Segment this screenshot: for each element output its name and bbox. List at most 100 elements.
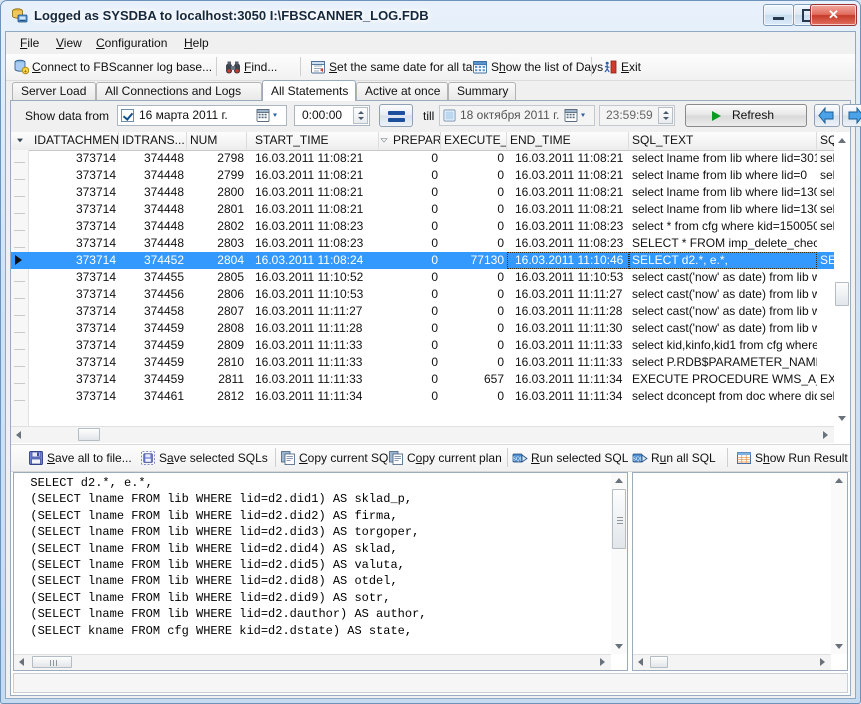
cell-execute[interactable]: 0	[441, 184, 507, 201]
cell-idtrans[interactable]: 374459	[119, 354, 187, 371]
table-row[interactable]: 373714374456280616.03.2011 11:10:530016.…	[11, 286, 850, 303]
sql-text-content[interactable]: SELECT d2.*, e.*, (SELECT lname FROM lib…	[16, 475, 609, 652]
cell-execute[interactable]: 0	[441, 269, 507, 286]
tab-all-statements[interactable]: All Statements	[262, 80, 356, 101]
menu-file[interactable]: File	[14, 35, 45, 51]
cell-idattachment[interactable]: 373714	[31, 201, 119, 218]
grid-body[interactable]: 373714374448279816.03.2011 11:08:210016.…	[11, 150, 850, 443]
cell-end_time[interactable]: 16.03.2011 11:11:33	[507, 337, 629, 354]
grid-header-start-time[interactable]: START_TIME	[247, 132, 379, 149]
cell-sql_text[interactable]: select cast('now' as date) from lib wher…	[629, 286, 817, 303]
cell-idattachment[interactable]: 373714	[31, 371, 119, 388]
run-selected-sql-button[interactable]: SQL Run selected SQL	[511, 447, 628, 469]
cell-num[interactable]: 2807	[187, 303, 247, 320]
scroll-up-button[interactable]	[834, 132, 850, 148]
cell-execute[interactable]: 0	[441, 337, 507, 354]
cell-prepare[interactable]: 0	[379, 235, 441, 252]
cell-idattachment[interactable]: 373714	[31, 252, 119, 269]
table-row[interactable]: 373714374452280416.03.2011 11:08:2407713…	[11, 252, 850, 269]
cell-idtrans[interactable]: 374458	[119, 303, 187, 320]
cell-sql_text[interactable]: select cast('now' as date) from lib wher…	[629, 320, 817, 337]
cell-execute[interactable]: 0	[441, 354, 507, 371]
cell-prepare[interactable]: 0	[379, 150, 441, 167]
cell-idtrans[interactable]: 374448	[119, 235, 187, 252]
cell-sql_text[interactable]: select lname from lib where lid=13014863	[629, 184, 817, 201]
cell-idtrans[interactable]: 374448	[119, 218, 187, 235]
minimize-button[interactable]	[763, 4, 794, 26]
cell-start_time[interactable]: 16.03.2011 11:08:21	[247, 201, 379, 218]
cell-idattachment[interactable]: 373714	[31, 320, 119, 337]
table-row[interactable]: 373714374459281116.03.2011 11:11:3306571…	[11, 371, 850, 388]
grid-vertical-scrollbar[interactable]	[834, 132, 850, 427]
cell-idattachment[interactable]: 373714	[31, 303, 119, 320]
menu-help[interactable]: Help	[178, 35, 215, 51]
cell-end_time[interactable]: 16.03.2011 11:11:34	[507, 371, 629, 388]
cell-sql_text[interactable]: select P.RDB$PARAMETER_NAME, P.RDB$	[629, 354, 817, 371]
row-indicator[interactable]	[11, 303, 28, 320]
scroll-down-button[interactable]	[834, 411, 850, 427]
cell-idtrans[interactable]: 374448	[119, 167, 187, 184]
cell-sql_text[interactable]: select lname from lib where lid=0	[629, 167, 817, 184]
sql-pane-vertical-scrollbar[interactable]	[611, 473, 627, 654]
table-row[interactable]: 373714374448280216.03.2011 11:08:230016.…	[11, 218, 850, 235]
plan-pane-horizontal-scrollbar[interactable]	[633, 654, 831, 670]
cell-prepare[interactable]: 0	[379, 371, 441, 388]
table-row[interactable]: 373714374448280116.03.2011 11:08:210016.…	[11, 201, 850, 218]
cell-num[interactable]: 2812	[187, 388, 247, 405]
menu-configuration[interactable]: Configuration	[90, 35, 173, 51]
close-button[interactable]: ✕	[810, 4, 857, 26]
connect-log-base-button[interactable]: + Connect to FBScanner log base...	[12, 56, 212, 78]
cell-sql_text[interactable]: select cast('now' as date) from lib wher…	[629, 269, 817, 286]
cell-execute[interactable]: 0	[441, 286, 507, 303]
cell-num[interactable]: 2803	[187, 235, 247, 252]
cell-start_time[interactable]: 16.03.2011 11:11:33	[247, 337, 379, 354]
sql-pane-horizontal-scrollbar[interactable]	[14, 654, 611, 670]
cell-sql_text[interactable]: EXECUTE PROCEDURE WMS_A_CREATE_	[629, 371, 817, 388]
row-indicator[interactable]	[11, 320, 28, 337]
cell-start_time[interactable]: 16.03.2011 11:10:52	[247, 269, 379, 286]
menu-view[interactable]: View	[50, 35, 88, 51]
plan-pane-vertical-scrollbar[interactable]	[831, 473, 847, 654]
row-indicator[interactable]	[11, 286, 28, 303]
cell-idattachment[interactable]: 373714	[31, 337, 119, 354]
cell-execute[interactable]: 0	[441, 388, 507, 405]
plan-pane-hscroll-thumb[interactable]	[650, 656, 668, 668]
cell-end_time[interactable]: 16.03.2011 11:08:23	[507, 235, 629, 252]
cell-start_time[interactable]: 16.03.2011 11:10:53	[247, 286, 379, 303]
cell-sql_text[interactable]: select lname from lib where lid=13018713	[629, 201, 817, 218]
cell-start_time[interactable]: 16.03.2011 11:08:21	[247, 167, 379, 184]
calendar-dropdown-icon[interactable]	[256, 108, 284, 123]
cell-num[interactable]: 2802	[187, 218, 247, 235]
scroll-left-button[interactable]	[11, 427, 27, 442]
cell-execute[interactable]: 0	[441, 218, 507, 235]
scroll-left-button[interactable]	[633, 655, 649, 669]
to-date-picker[interactable]: 18 октября 2011 г.	[439, 105, 595, 126]
table-row[interactable]: 373714374459280816.03.2011 11:11:280016.…	[11, 320, 850, 337]
cell-end_time[interactable]: 16.03.2011 11:10:53	[507, 269, 629, 286]
cell-prepare[interactable]: 0	[379, 337, 441, 354]
cell-prepare[interactable]: 0	[379, 201, 441, 218]
grid-header-num[interactable]: NUM	[187, 132, 247, 149]
cell-end_time[interactable]: 16.03.2011 11:11:30	[507, 320, 629, 337]
cell-idattachment[interactable]: 373714	[31, 218, 119, 235]
next-day-button[interactable]	[842, 104, 861, 127]
row-indicator[interactable]	[11, 184, 28, 201]
cell-sql_text[interactable]: select lname from lib where lid=301	[629, 150, 817, 167]
cell-num[interactable]: 2800	[187, 184, 247, 201]
cell-start_time[interactable]: 16.03.2011 11:11:28	[247, 320, 379, 337]
row-indicator[interactable]	[11, 354, 28, 371]
row-indicator[interactable]	[11, 269, 28, 286]
grid-header-idtrans[interactable]: IDTRANS...	[119, 132, 187, 149]
row-indicator[interactable]	[11, 218, 28, 235]
cell-idtrans[interactable]: 374456	[119, 286, 187, 303]
scroll-up-button[interactable]	[611, 473, 627, 488]
grid-header-execute[interactable]: EXECUTE_...	[441, 132, 507, 149]
grid-header-end-time[interactable]: END_TIME	[507, 132, 629, 149]
scroll-down-button[interactable]	[831, 639, 847, 654]
cell-idtrans[interactable]: 374459	[119, 371, 187, 388]
row-indicator[interactable]	[11, 337, 28, 354]
table-row[interactable]: 373714374448279816.03.2011 11:08:210016.…	[11, 150, 850, 167]
row-current-indicator[interactable]	[11, 252, 28, 269]
row-indicator[interactable]	[11, 150, 28, 167]
cell-num[interactable]: 2798	[187, 150, 247, 167]
